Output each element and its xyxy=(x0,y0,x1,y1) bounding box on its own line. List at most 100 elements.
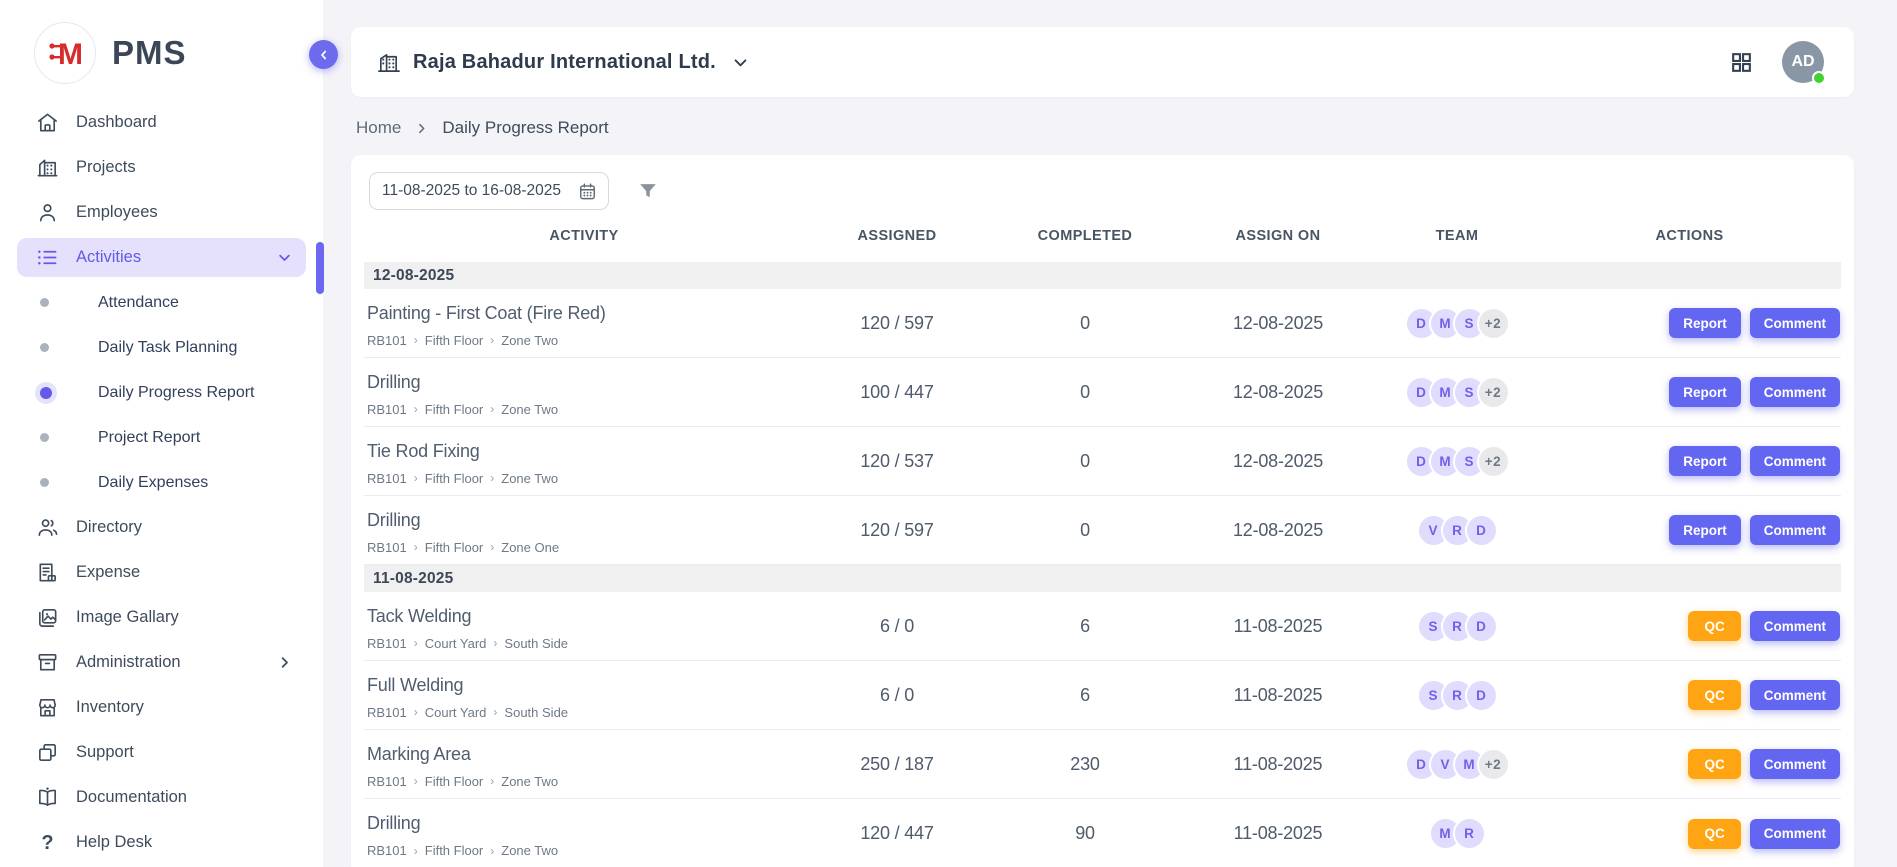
location-segment: Fifth Floor xyxy=(425,471,484,486)
report-button[interactable]: Report xyxy=(1669,446,1741,476)
avatar-initials: AD xyxy=(1791,53,1814,71)
sidebar-subitem-label: Daily Expenses xyxy=(98,474,208,492)
completed-value: 90 xyxy=(990,823,1180,844)
table-row: DrillingRB101›Fifth Floor›Zone One120 / … xyxy=(364,496,1841,565)
breadcrumb-home-link[interactable]: Home xyxy=(356,118,401,138)
team-member-avatar[interactable]: D xyxy=(1465,610,1498,643)
sidebar-subitem-daily-progress-report[interactable]: Daily Progress Report xyxy=(0,370,323,415)
team-extra-count[interactable]: +2 xyxy=(1477,445,1510,478)
comment-button[interactable]: Comment xyxy=(1750,749,1840,779)
qc-button[interactable]: QC xyxy=(1688,749,1740,779)
location-segment: Zone Two xyxy=(501,774,558,789)
sidebar-item-support[interactable]: Support xyxy=(0,730,323,775)
user-avatar[interactable]: AD xyxy=(1782,41,1824,83)
location-segment: Fifth Floor xyxy=(425,843,484,858)
sidebar-item-dashboard[interactable]: Dashboard xyxy=(0,100,323,145)
assigned-value: 100 / 447 xyxy=(804,382,990,403)
sidebar-subitem-daily-expenses[interactable]: Daily Expenses xyxy=(0,460,323,505)
bullet-dot-icon xyxy=(40,387,52,399)
team-cell: SRD xyxy=(1376,679,1538,712)
chevron-down-icon xyxy=(277,250,292,265)
team-extra-count[interactable]: +2 xyxy=(1477,376,1510,409)
actions-cell: Report Comment xyxy=(1538,446,1841,476)
assign-on-date: 12-08-2025 xyxy=(1180,520,1376,541)
table-body: 12-08-2025 Painting - First Coat (Fire Re… xyxy=(364,262,1841,867)
location-segment: Fifth Floor xyxy=(425,774,484,789)
chevron-right-icon: › xyxy=(493,705,497,719)
qc-button[interactable]: QC xyxy=(1688,611,1740,641)
layers-icon xyxy=(36,741,59,764)
company-selector[interactable]: Raja Bahadur International Ltd. xyxy=(377,51,749,74)
chevron-right-icon: › xyxy=(493,636,497,650)
sidebar-item-help-desk[interactable]: ?Help Desk xyxy=(0,820,323,865)
calendar-icon xyxy=(578,182,597,201)
location-segment: Zone Two xyxy=(501,333,558,348)
header-actions: AD xyxy=(1729,41,1824,83)
comment-button[interactable]: Comment xyxy=(1750,446,1840,476)
apps-grid-icon[interactable] xyxy=(1729,50,1754,75)
qc-button[interactable]: QC xyxy=(1688,680,1740,710)
chevron-right-icon xyxy=(415,122,428,135)
sidebar-item-projects[interactable]: Projects xyxy=(0,145,323,190)
activity-title: Drilling xyxy=(367,813,794,834)
completed-value: 0 xyxy=(990,520,1180,541)
sidebar-subitem-daily-task-planning[interactable]: Daily Task Planning xyxy=(0,325,323,370)
sidebar-item-image-gallary[interactable]: Image Gallary xyxy=(0,595,323,640)
completed-value: 6 xyxy=(990,616,1180,637)
comment-button[interactable]: Comment xyxy=(1750,611,1840,641)
team-member-avatar[interactable]: R xyxy=(1453,817,1486,850)
team-member-avatar[interactable]: D xyxy=(1465,514,1498,547)
completed-value: 0 xyxy=(990,382,1180,403)
app-logo[interactable]: M PMS xyxy=(0,0,323,84)
app-root: M PMS Dashboard ProjectsEmployees Activiti… xyxy=(0,0,1897,867)
location-segment: Zone Two xyxy=(501,402,558,417)
activity-location-path: RB101›Court Yard›South Side xyxy=(367,705,794,720)
filter-funnel-icon[interactable] xyxy=(637,180,659,202)
team-extra-count[interactable]: +2 xyxy=(1477,748,1510,781)
sidebar-item-label: Directory xyxy=(76,518,292,537)
chevron-right-icon: › xyxy=(490,540,494,554)
location-segment: Fifth Floor xyxy=(425,333,484,348)
comment-button[interactable]: Comment xyxy=(1750,819,1840,849)
activity-title: Marking Area xyxy=(367,744,794,765)
comment-button[interactable]: Comment xyxy=(1750,308,1840,338)
sidebar-item-employees[interactable]: Employees xyxy=(0,190,323,235)
sidebar-collapse-button[interactable] xyxy=(309,40,338,69)
team-cell: DMS+2 xyxy=(1376,307,1538,340)
activity-location-path: RB101›Fifth Floor›Zone One xyxy=(367,540,794,555)
report-button[interactable]: Report xyxy=(1669,308,1741,338)
team-cell: DMS+2 xyxy=(1376,376,1538,409)
team-member-avatar[interactable]: D xyxy=(1465,679,1498,712)
report-button[interactable]: Report xyxy=(1669,377,1741,407)
chevron-right-icon: › xyxy=(490,402,494,416)
comment-button[interactable]: Comment xyxy=(1750,515,1840,545)
activity-title: Painting - First Coat (Fire Red) xyxy=(367,303,794,324)
activity-title: Tie Rod Fixing xyxy=(367,441,794,462)
report-button[interactable]: Report xyxy=(1669,515,1741,545)
book-icon xyxy=(36,786,59,809)
assigned-value: 6 / 0 xyxy=(804,685,990,706)
company-name: Raja Bahadur International Ltd. xyxy=(413,51,716,74)
chevron-right-icon xyxy=(277,655,292,670)
sidebar-item-documentation[interactable]: Documentation xyxy=(0,775,323,820)
comment-button[interactable]: Comment xyxy=(1750,377,1840,407)
sidebar-item-label: Activities xyxy=(76,248,277,267)
qc-button[interactable]: QC xyxy=(1688,819,1740,849)
activity-location-path: RB101›Fifth Floor›Zone Two xyxy=(367,333,794,348)
chevron-right-icon: › xyxy=(490,333,494,347)
date-group-header: 12-08-2025 xyxy=(364,262,1841,289)
sidebar-item-administration[interactable]: Administration xyxy=(0,640,323,685)
location-segment: South Side xyxy=(504,636,568,651)
sidebar-item-activities[interactable]: Activities xyxy=(0,235,323,280)
sidebar-item-expense[interactable]: Expense xyxy=(0,550,323,595)
sidebar-subitem-attendance[interactable]: Attendance xyxy=(0,280,323,325)
location-segment: Fifth Floor xyxy=(425,402,484,417)
date-range-input[interactable]: 11-08-2025 to 16-08-2025 xyxy=(369,172,609,210)
sidebar-item-directory[interactable]: Directory xyxy=(0,505,323,550)
sidebar-subitem-project-report[interactable]: Project Report xyxy=(0,415,323,460)
help-icon: ? xyxy=(36,831,59,854)
team-extra-count[interactable]: +2 xyxy=(1477,307,1510,340)
comment-button[interactable]: Comment xyxy=(1750,680,1840,710)
sidebar-item-inventory[interactable]: Inventory xyxy=(0,685,323,730)
sidebar-item-label: Dashboard xyxy=(76,113,292,132)
